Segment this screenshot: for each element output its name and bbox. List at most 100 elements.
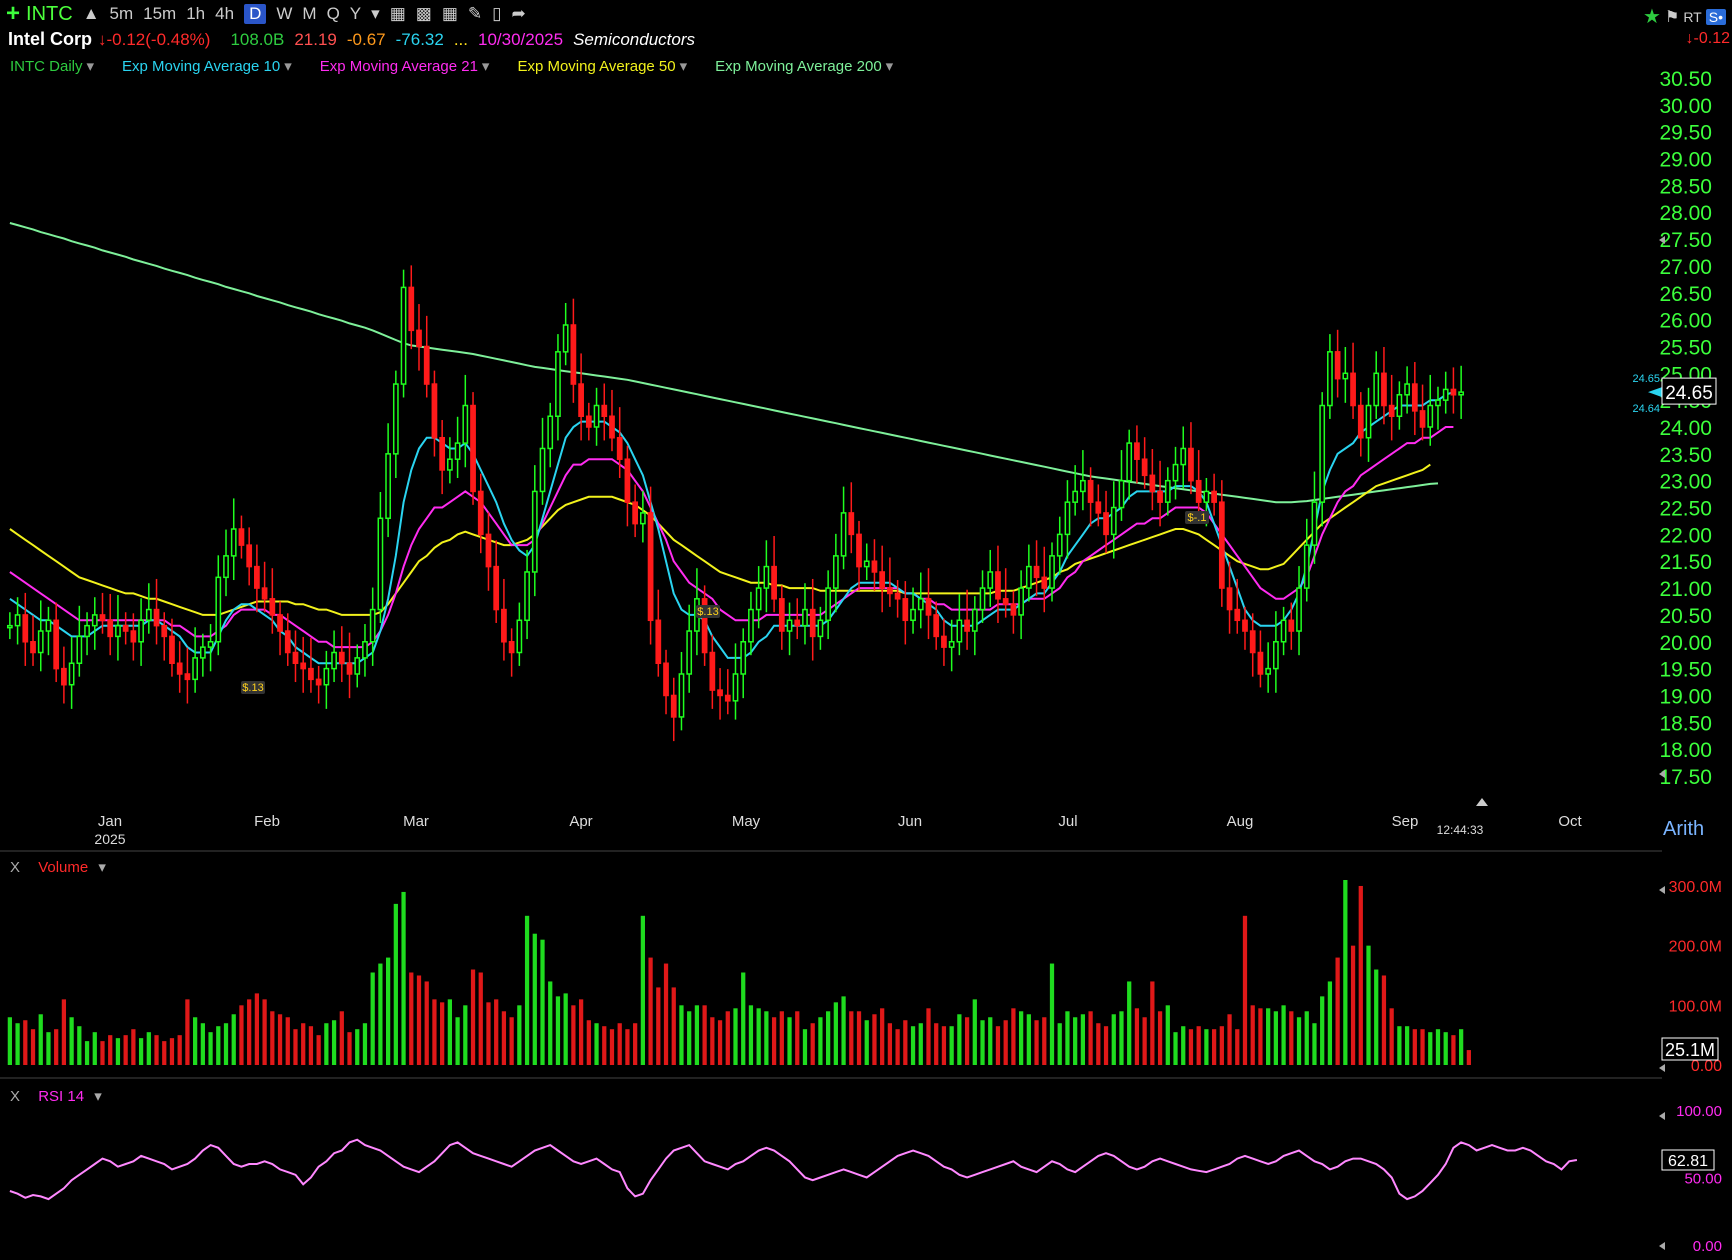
volume-bar (1289, 1011, 1294, 1065)
volume-dropdown-icon[interactable]: ▾ (98, 859, 106, 876)
candle-body (362, 641, 368, 659)
volume-bar (1466, 1050, 1471, 1065)
price-axis-tick: 30.00 (1659, 95, 1712, 118)
candle-body (539, 447, 546, 493)
candle-body (1211, 490, 1217, 503)
volume-bar (849, 1011, 854, 1065)
x-axis-month-label: Mar (403, 813, 429, 830)
candle-body (122, 624, 129, 632)
candle-body (925, 598, 932, 616)
volume-bar (38, 1014, 43, 1065)
volume-bar (138, 1038, 144, 1065)
ema200-line (9, 222, 1439, 504)
x-axis-month-label: Jul (1058, 813, 1077, 830)
candle-body (1288, 619, 1295, 632)
volume-bar (509, 1017, 514, 1065)
candle-body (570, 324, 577, 385)
volume-bar (231, 1014, 236, 1065)
axis-scroll-icon (1659, 1064, 1665, 1072)
candle-body (964, 619, 970, 632)
volume-bar (1181, 1026, 1186, 1065)
candle-body (230, 528, 237, 557)
rsi-axis-tick: 50.00 (1684, 1171, 1722, 1188)
candle-body (655, 619, 662, 664)
candle-body (1164, 479, 1171, 503)
candle-body (1342, 372, 1349, 380)
volume-bar (262, 999, 267, 1065)
candle-body (755, 587, 762, 611)
candle-body (1203, 490, 1210, 503)
rsi-dropdown-icon[interactable]: ▾ (94, 1088, 102, 1105)
volume-bar (69, 1017, 74, 1065)
volume-bar (463, 1005, 468, 1065)
candle-body (68, 662, 75, 686)
candle-body (223, 555, 229, 579)
rsi-axis-tick: 0.00 (1693, 1238, 1722, 1255)
volume-bar (1343, 880, 1348, 1065)
candle-body (1234, 608, 1241, 622)
candle-body (1180, 447, 1187, 466)
volume-bar (972, 999, 977, 1065)
volume-bar (733, 1008, 738, 1065)
candle-body (462, 404, 469, 444)
volume-bar (1111, 1014, 1116, 1065)
candle-body (61, 667, 67, 686)
volume-bar (393, 903, 398, 1065)
volume-bar (671, 987, 676, 1065)
volume-bar (725, 1011, 730, 1065)
volume-bar (1157, 1011, 1163, 1065)
candle-body (30, 641, 36, 654)
volume-bar (1281, 1005, 1286, 1065)
candle-body (215, 576, 222, 643)
candle-body (555, 351, 561, 418)
volume-bar (169, 1038, 175, 1065)
price-axis-tick: 19.50 (1659, 659, 1712, 682)
volume-bar (1266, 1008, 1271, 1065)
volume-bar (1242, 915, 1248, 1065)
price-axis-tick: 24.00 (1659, 417, 1712, 440)
volume-bar (123, 1035, 128, 1065)
candle-body (740, 641, 747, 675)
volume-bar (540, 939, 545, 1065)
volume-bar (277, 1014, 283, 1065)
price-axis-tick: 20.00 (1659, 632, 1712, 655)
candle-body (948, 641, 955, 648)
candle-body (609, 415, 615, 439)
volume-bar (1142, 1017, 1147, 1065)
volume-bar (208, 1032, 213, 1065)
volume-close-icon[interactable]: X (10, 859, 20, 876)
price-axis-tick: 17.50 (1659, 766, 1712, 789)
volume-bar (964, 1017, 970, 1065)
candle-body (169, 635, 175, 664)
volume-label[interactable]: Volume (38, 859, 88, 876)
axis-scroll-icon (1659, 1112, 1665, 1120)
candle-body (45, 619, 52, 632)
x-axis-month-label: Oct (1558, 813, 1582, 830)
price-axis-tick: 28.00 (1659, 202, 1712, 225)
candle-body (941, 635, 947, 648)
candle-body (346, 662, 353, 675)
volume-bar (1304, 1011, 1309, 1065)
candle-body (639, 512, 646, 525)
volume-bar (1404, 1026, 1410, 1065)
candle-body (1334, 351, 1341, 380)
candle-body (91, 614, 98, 627)
volume-bar (532, 933, 537, 1065)
candle-body (1280, 619, 1287, 643)
rsi-close-icon[interactable]: X (10, 1088, 20, 1105)
rsi-label[interactable]: RSI 14 (38, 1088, 84, 1105)
candle-body (531, 490, 538, 573)
candle-body (1265, 667, 1272, 675)
price-chart[interactable]: 30.50 30.00 29.50 29.00 28.50 28.00 27.50 27.00… (0, 0, 1732, 1260)
candle-body (802, 608, 808, 627)
price-axis-tick: 27.00 (1659, 256, 1712, 279)
candle-body (678, 673, 685, 718)
candle-body (547, 415, 554, 450)
candle-body (624, 458, 631, 503)
candle-body (1049, 555, 1055, 589)
volume-bar (1312, 1023, 1317, 1065)
volume-bar (609, 1029, 615, 1065)
candle-body (99, 614, 106, 622)
scale-mode-label[interactable]: Arith (1663, 818, 1704, 841)
volume-bar (941, 1026, 947, 1065)
